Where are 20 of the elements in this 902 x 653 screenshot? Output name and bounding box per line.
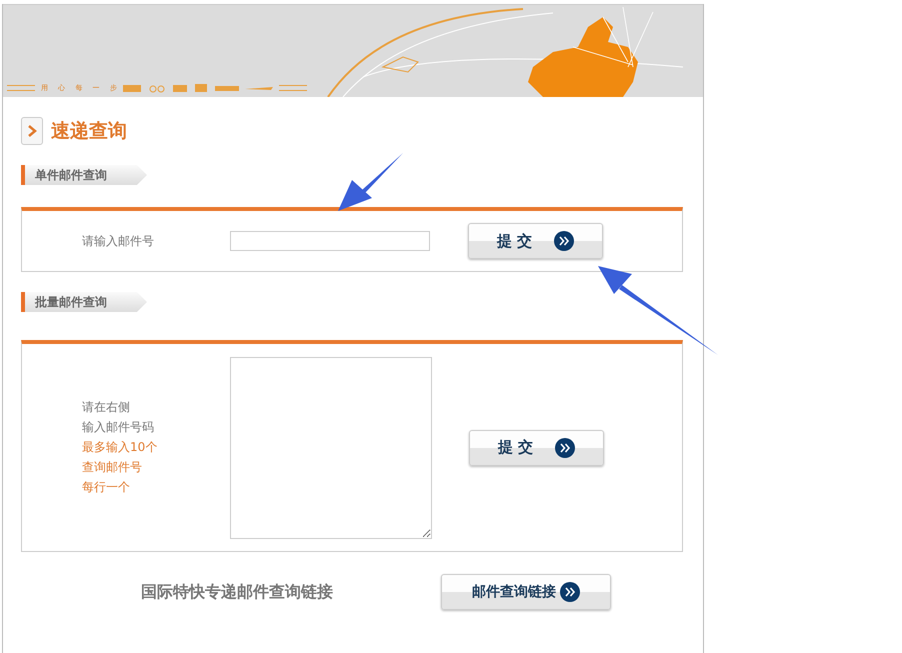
instruction-text: 最多输入10个 (82, 439, 158, 456)
section-tag: 单件邮件查询 (21, 165, 147, 185)
international-query-label: 国际特快专递邮件查询链接 (141, 582, 334, 602)
annotation-arrow (338, 153, 403, 211)
section-tag: 批量邮件查询 (21, 292, 147, 312)
query-link-button[interactable]: 邮件查询链接 (441, 574, 611, 610)
field-label: 请输入邮件号 (81, 232, 155, 250)
instruction-text: 每行一个 (82, 479, 131, 496)
double-chevron-icon (555, 438, 576, 458)
submit-button[interactable]: 提 交 (469, 430, 604, 466)
tracking-numbers-textarea[interactable] (230, 356, 432, 538)
instruction-text: 输入邮件号码 (82, 419, 155, 436)
double-chevron-icon (560, 582, 580, 602)
page-title: 速递查询 (51, 119, 127, 144)
instruction-text: 查询邮件号 (82, 459, 143, 476)
double-chevron-icon (554, 231, 574, 251)
tracking-number-field[interactable] (230, 231, 430, 251)
submit-button[interactable]: 提 交 (468, 223, 603, 259)
instruction-text: 请在右侧 (82, 399, 131, 416)
chevron-icon (21, 117, 43, 145)
